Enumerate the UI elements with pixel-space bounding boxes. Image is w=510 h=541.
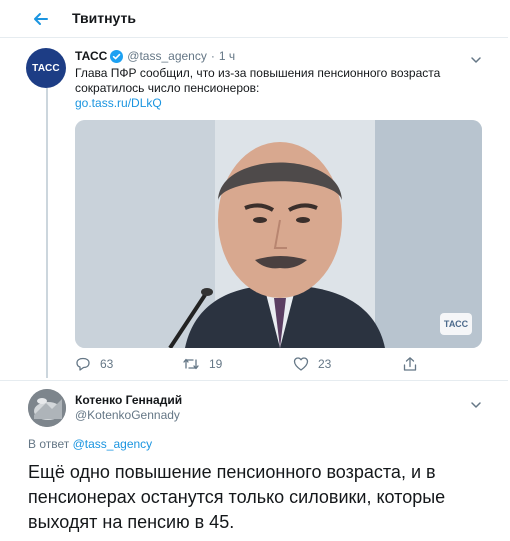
author-name[interactable]: Котенко Геннадий [75,393,182,407]
tweet-text-block: Глава ПФР сообщил, что из-за повышения п… [75,66,485,111]
heart-icon [293,357,309,371]
chevron-down-icon [471,57,481,63]
replying-to: В ответ @tass_agency [28,437,152,451]
retweet-action[interactable]: 19 [182,356,222,372]
replying-label: В ответ [28,437,70,451]
replying-to-link[interactable]: @tass_agency [73,437,153,451]
verified-badge-icon [110,49,124,63]
portrait-illustration [75,120,482,348]
tweet-time[interactable]: 1 ч [219,49,235,63]
more-menu-button[interactable] [470,52,482,63]
media-watermark-badge: ТАСС [440,313,472,335]
header: Твитнуть [0,0,508,38]
back-button[interactable] [30,8,52,30]
author-name[interactable]: ТАСС [75,49,107,63]
tweet-actions: 63 19 23 [75,356,485,374]
avatar[interactable]: ТАСС [26,48,66,88]
author-handle[interactable]: @KotenkoGennady [75,408,180,422]
reply-count: 63 [100,357,114,371]
avatar-image [28,389,66,427]
avatar-text: ТАСС [32,62,60,74]
thread-line [46,88,48,378]
like-action[interactable]: 23 [293,356,331,372]
reply-icon [76,357,90,371]
like-count: 23 [318,357,332,371]
share-action[interactable] [402,356,427,372]
retweet-icon [183,358,199,370]
more-menu-button[interactable] [470,397,482,408]
share-icon [403,357,417,371]
tweet-page: Твитнуть ТАСС ТАСС @tass_agency · 1 ч Гл… [0,0,510,540]
reply-action[interactable]: 63 [75,356,113,372]
chevron-down-icon [471,402,481,408]
tweet-link[interactable]: go.tass.ru/DLkQ [75,96,162,110]
author-row: ТАСС @tass_agency · 1 ч [75,49,235,63]
tweet-text: Глава ПФР сообщил, что из-за повышения п… [75,66,441,95]
page-title: Твитнуть [72,10,136,26]
arrow-left-icon [34,13,48,25]
tweet-text: Ещё одно повышение пенсионного возраста,… [28,462,446,532]
author-handle[interactable]: @tass_agency [127,49,207,63]
quoted-tweet[interactable]: ТАСС ТАСС @tass_agency · 1 ч Глава ПФР с… [0,38,508,378]
tweet-media-photo[interactable]: ТАСС [75,120,482,348]
separator-dot: · [210,49,215,63]
reply-tweet: Котенко Геннадий @KotenkoGennady В ответ… [0,380,508,541]
avatar[interactable] [28,389,66,427]
retweet-count: 19 [209,357,223,371]
